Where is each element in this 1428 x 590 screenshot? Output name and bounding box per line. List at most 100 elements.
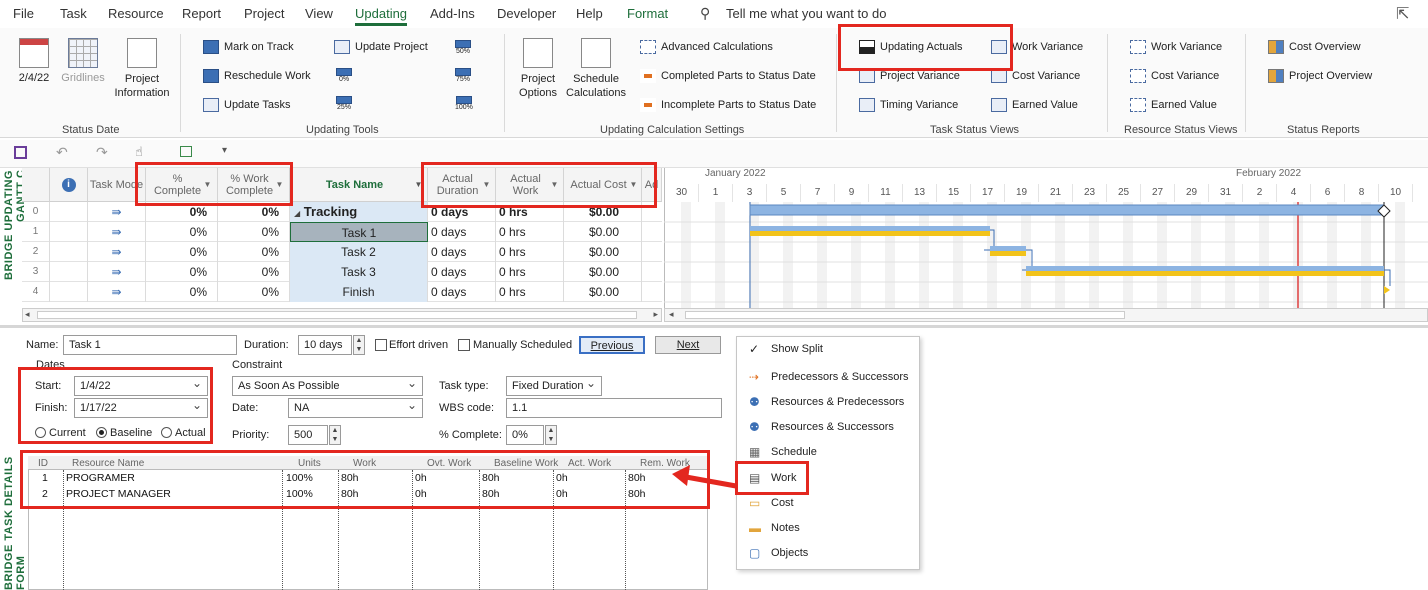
task-name-cell[interactable]: Task 2 bbox=[290, 242, 428, 262]
project-variance-button[interactable]: Project Variance bbox=[859, 69, 960, 83]
task-type-select[interactable]: Fixed Duration bbox=[506, 376, 602, 396]
actual-work-cell[interactable]: 0 hrs bbox=[496, 282, 564, 302]
pct-complete-stepper[interactable]: ▲ ▼ bbox=[545, 425, 557, 445]
scroll-thumb[interactable] bbox=[37, 311, 637, 319]
pct-complete-cell[interactable]: 0% bbox=[146, 282, 218, 302]
tab-developer[interactable]: Developer bbox=[497, 6, 556, 21]
incomplete-parts-button[interactable]: Incomplete Parts to Status Date bbox=[640, 98, 816, 112]
view-icon[interactable] bbox=[180, 146, 192, 157]
duration-field[interactable]: 10 days bbox=[298, 335, 352, 355]
mark-on-track-button[interactable]: Mark on Track bbox=[203, 40, 294, 54]
row-id[interactable]: 0 bbox=[22, 202, 50, 222]
tab-updating[interactable]: Updating bbox=[355, 6, 408, 26]
pct-work-complete-cell[interactable]: 0% bbox=[218, 282, 290, 302]
table-row[interactable]: 2 ⇛ 0% 0% Task 20 days 0 hrs $0.00 bbox=[22, 242, 662, 262]
priority-field[interactable]: 500 bbox=[288, 425, 328, 445]
tab-help[interactable]: Help bbox=[576, 6, 603, 21]
menu-item-notes[interactable]: ▬ Notes bbox=[737, 517, 919, 539]
tab-format[interactable]: Format bbox=[627, 6, 668, 21]
customize-icon[interactable]: ▾ bbox=[222, 145, 227, 156]
resource-work-variance-button[interactable]: Work Variance bbox=[1130, 40, 1222, 54]
task-name-cell[interactable]: ◢ Tracking bbox=[290, 202, 428, 222]
info-column-header[interactable]: i bbox=[50, 168, 88, 202]
update-tasks-button[interactable]: Update Tasks bbox=[203, 98, 290, 112]
constraint-date-field[interactable]: NA bbox=[288, 398, 423, 418]
wbs-code-field[interactable]: 1.1 bbox=[506, 398, 722, 418]
split-bar[interactable] bbox=[0, 325, 1428, 328]
table-row[interactable]: 4 ⇛ 0% 0% Finish 0 days 0 hrs $0.00 bbox=[22, 282, 662, 302]
pct-complete-cell[interactable]: 0% bbox=[146, 242, 218, 262]
actual-cost-cell[interactable]: $0.00 bbox=[564, 262, 642, 282]
actual-duration-cell[interactable]: 0 days bbox=[428, 282, 496, 302]
gantt-horizontal-scrollbar[interactable]: ◂ bbox=[664, 308, 1428, 322]
manually-scheduled-checkbox[interactable] bbox=[458, 339, 470, 351]
actual-cost-cell[interactable]: $0.00 bbox=[564, 242, 642, 262]
table-row[interactable]: 1 ⇛ 0% 0% Task 10 days 0 hrs $0.00 bbox=[22, 222, 662, 242]
reschedule-work-button[interactable]: Reschedule Work bbox=[203, 69, 311, 83]
timing-variance-button[interactable]: Timing Variance bbox=[859, 98, 958, 112]
effort-driven-checkbox[interactable] bbox=[375, 339, 387, 351]
row-id[interactable]: 1 bbox=[22, 222, 50, 242]
advanced-calculations-button[interactable]: Advanced Calculations bbox=[640, 40, 773, 54]
scroll-left-icon[interactable]: ◂ bbox=[25, 309, 30, 320]
menu-item-schedule[interactable]: ▦ Schedule bbox=[737, 441, 919, 463]
actual-duration-cell[interactable]: 0 days bbox=[428, 222, 496, 242]
table-row[interactable]: 3 ⇛ 0% 0% Task 30 days 0 hrs $0.00 bbox=[22, 262, 662, 282]
project-overview-button[interactable]: Project Overview bbox=[1268, 69, 1372, 83]
scroll-thumb[interactable] bbox=[685, 311, 1125, 319]
menu-item-resources-successors[interactable]: ⚉ Resources & Successors bbox=[737, 416, 919, 438]
actual-duration-cell[interactable]: 0 days bbox=[428, 262, 496, 282]
project-options-button[interactable]: Project Options bbox=[514, 38, 562, 100]
priority-stepper[interactable]: ▲ ▼ bbox=[329, 425, 341, 445]
menu-item-show-split[interactable]: ✓ Show Split bbox=[737, 338, 919, 360]
task-name-cell[interactable]: Task 3 bbox=[290, 262, 428, 282]
update-project-button[interactable]: Update Project bbox=[334, 40, 428, 54]
task-name-cell[interactable]: Task 1 bbox=[290, 222, 428, 242]
duration-stepper[interactable]: ▲ ▼ bbox=[353, 335, 365, 355]
pct-complete-cell[interactable]: 0% bbox=[146, 262, 218, 282]
actual-work-cell[interactable]: 0 hrs bbox=[496, 242, 564, 262]
task-mode-icon[interactable]: ⇛ bbox=[88, 222, 146, 242]
constraint-type-select[interactable]: As Soon As Possible bbox=[232, 376, 423, 396]
actual-work-cell[interactable]: 0 hrs bbox=[496, 262, 564, 282]
pct-work-complete-cell[interactable]: 0% bbox=[218, 242, 290, 262]
previous-button[interactable]: Previous bbox=[579, 336, 645, 354]
percent-0-button[interactable]: 0% bbox=[336, 68, 352, 83]
save-icon[interactable] bbox=[14, 146, 27, 159]
resource-cost-variance-button[interactable]: Cost Variance bbox=[1130, 69, 1219, 83]
task-mode-icon[interactable]: ⇛ bbox=[88, 262, 146, 282]
actual-duration-cell[interactable]: 0 days bbox=[428, 242, 496, 262]
touch-mode-icon[interactable]: ☝ bbox=[135, 144, 143, 160]
row-id[interactable]: 3 bbox=[22, 262, 50, 282]
menu-item-objects[interactable]: ▢ Objects bbox=[737, 542, 919, 564]
task-earned-value-button[interactable]: Earned Value bbox=[991, 98, 1078, 112]
project-information-button[interactable]: Project Information bbox=[112, 38, 172, 100]
tab-view[interactable]: View bbox=[305, 6, 333, 21]
next-button[interactable]: Next bbox=[655, 336, 721, 354]
task-cost-variance-button[interactable]: Cost Variance bbox=[991, 69, 1080, 83]
tab-add-ins[interactable]: Add-Ins bbox=[430, 6, 475, 21]
task-mode-icon[interactable]: ⇛ bbox=[88, 242, 146, 262]
collapse-icon[interactable]: ◢ bbox=[294, 209, 300, 218]
percent-25-button[interactable]: 25% bbox=[336, 96, 352, 111]
tab-project[interactable]: Project bbox=[244, 6, 284, 21]
row-id[interactable]: 4 bbox=[22, 282, 50, 302]
actual-cost-cell[interactable]: $0.00 bbox=[564, 282, 642, 302]
task-name-cell[interactable]: Finish bbox=[290, 282, 428, 302]
tell-me-input[interactable]: Tell me what you want to do bbox=[726, 6, 886, 21]
tab-resource[interactable]: Resource bbox=[108, 6, 164, 21]
menu-item-resources-predecessors[interactable]: ⚉ Resources & Predecessors bbox=[737, 391, 919, 413]
menu-item-cost[interactable]: ▭ Cost bbox=[737, 492, 919, 514]
name-field[interactable]: Task 1 bbox=[63, 335, 237, 355]
menu-item-predecessors-successors[interactable]: ⇢ Predecessors & Successors bbox=[737, 366, 919, 388]
task-name-header[interactable]: Task Name ▼ bbox=[290, 168, 428, 202]
actual-work-cell[interactable]: 0 hrs bbox=[496, 222, 564, 242]
completed-parts-button[interactable]: Completed Parts to Status Date bbox=[640, 69, 816, 83]
select-all-corner[interactable] bbox=[22, 168, 50, 202]
cost-overview-button[interactable]: Cost Overview bbox=[1268, 40, 1361, 54]
resource-earned-value-button[interactable]: Earned Value bbox=[1130, 98, 1217, 112]
tab-file[interactable]: File bbox=[13, 6, 34, 21]
pct-complete-field[interactable]: 0% bbox=[506, 425, 544, 445]
undo-icon[interactable]: ↶ bbox=[56, 144, 68, 161]
redo-icon[interactable]: ↷ bbox=[96, 144, 108, 161]
